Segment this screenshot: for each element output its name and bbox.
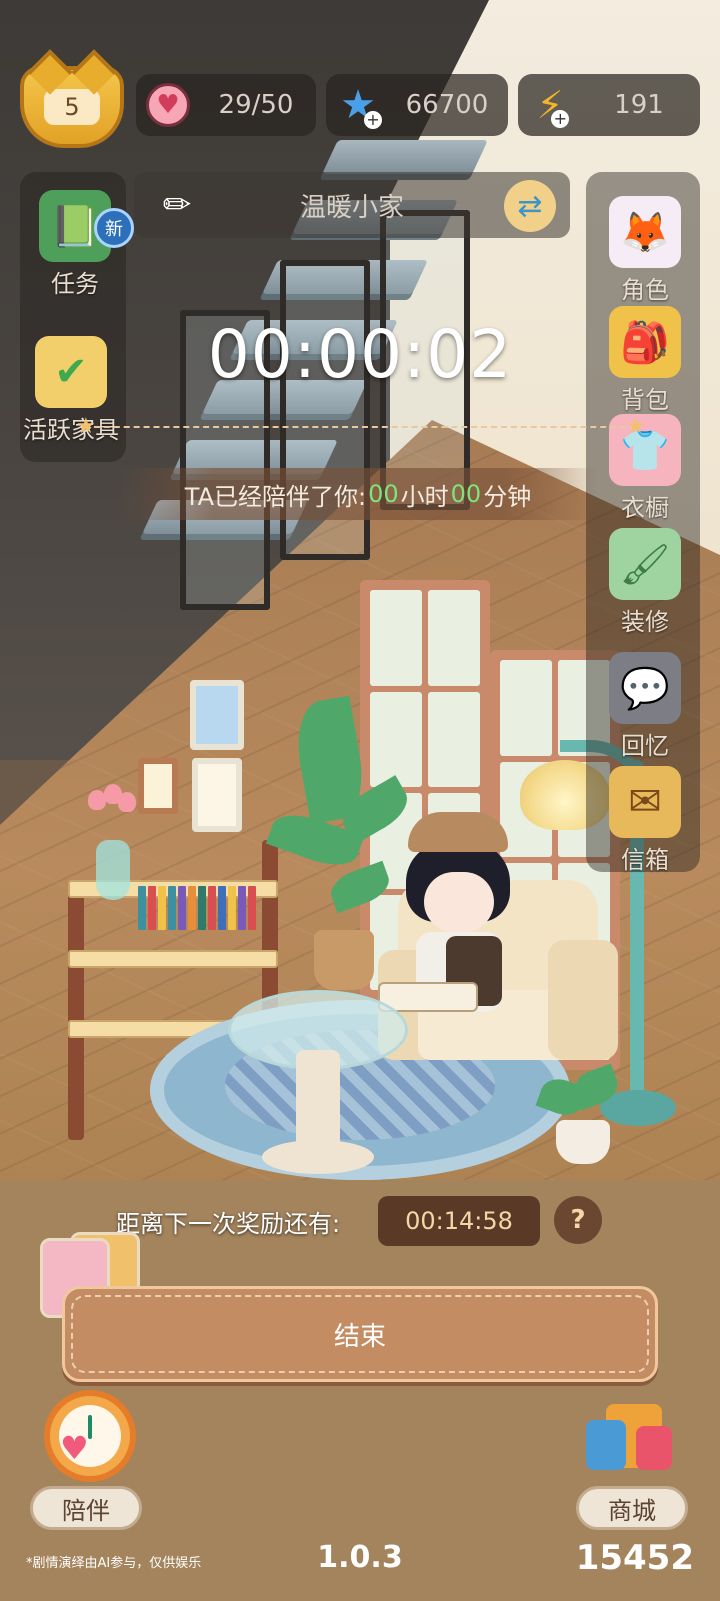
companion-character[interactable] <box>378 812 518 1062</box>
accompany-label: 陪伴 <box>30 1486 142 1530</box>
fox-character-icon: 🦊 <box>609 196 681 268</box>
timer-divider <box>84 426 636 428</box>
lightning-plus-icon: ⚡ + <box>537 86 570 128</box>
heart-icon: ♥ <box>146 83 190 127</box>
score-value: 15452 <box>575 1538 694 1578</box>
mailbox-button[interactable]: ✉ 信箱 <box>590 766 700 886</box>
elapsed-timer: 00:00:02 <box>207 316 513 393</box>
energy-counter[interactable]: ⚡ + 191 <box>518 74 700 136</box>
task-button[interactable]: 📗 新 任务 <box>20 190 134 310</box>
room-name-bar: ✏ 温暖小家 ⇄ <box>134 172 570 238</box>
level-badge[interactable]: 5 <box>20 66 124 148</box>
companion-hours-unit: 小时 <box>400 482 449 511</box>
hearts-value: 29/50 <box>218 90 294 120</box>
accompany-button[interactable]: ♥ 陪伴 <box>30 1390 142 1530</box>
star-icon: ★ <box>626 414 646 439</box>
resource-bar: 5 ♥ 29/50 ★ + 66700 ⚡ + 191 <box>0 66 720 148</box>
character-label: 角色 <box>621 276 669 304</box>
pencil-edit-icon[interactable]: ✏ <box>154 182 200 228</box>
new-badge: 新 <box>94 208 134 248</box>
stopwatch-heart-icon: ♥ <box>44 1390 136 1482</box>
flower-vase <box>96 840 130 900</box>
end-button-label: 结束 <box>333 1321 386 1352</box>
wardrobe-label: 衣橱 <box>621 494 669 522</box>
shop-button[interactable]: 商城 <box>576 1390 688 1530</box>
mailbox-label: 信箱 <box>621 846 669 874</box>
shop-label: 商城 <box>576 1486 688 1530</box>
companion-duration: TA已经陪伴了你: 00 小时 00 分钟 <box>118 468 598 520</box>
potted-plant <box>314 930 374 990</box>
reward-label: 距离下一次奖励还有: <box>116 1210 341 1238</box>
stars-value: 66700 <box>405 90 489 120</box>
hearts-counter[interactable]: ♥ 29/50 <box>136 74 316 136</box>
swap-room-icon[interactable]: ⇄ <box>504 180 556 232</box>
energy-value: 191 <box>614 90 664 120</box>
stars-counter[interactable]: ★ + 66700 <box>326 74 508 136</box>
small-plant <box>556 1120 610 1164</box>
shopping-bags-icon <box>576 1390 688 1486</box>
end-button[interactable]: 结束 <box>62 1286 658 1382</box>
character-button[interactable]: 🦊 角色 <box>590 196 700 316</box>
companion-hours: 00 <box>368 480 399 508</box>
star-plus-icon: ★ + <box>340 85 382 129</box>
flower-painting-small <box>138 758 178 814</box>
reward-countdown-row: 距离下一次奖励还有: 00:14:58 ? <box>116 1196 616 1246</box>
memories-label: 回忆 <box>621 732 669 760</box>
task-label: 任务 <box>51 270 99 298</box>
decorate-label: 装修 <box>621 608 669 636</box>
star-icon: ★ <box>76 414 96 439</box>
companion-prefix: TA已经陪伴了你: <box>184 482 367 511</box>
companion-minutes: 00 <box>450 480 482 508</box>
reward-countdown: 00:14:58 <box>378 1196 540 1246</box>
decorate-button[interactable]: 🖌 装修 <box>590 528 700 648</box>
room-name: 温暖小家 <box>299 192 404 223</box>
chat-bubbles-icon: 💬 <box>609 652 681 724</box>
flower-painting-top <box>190 680 244 750</box>
help-button[interactable]: ? <box>554 1196 602 1244</box>
companion-minutes-unit: 分钟 <box>483 482 532 511</box>
flower-painting-yellow <box>192 758 242 832</box>
memories-button[interactable]: 💬 回忆 <box>590 652 700 772</box>
paint-roller-icon: 🖌 <box>609 528 681 600</box>
level-number: 5 <box>44 89 100 125</box>
envelope-icon: ✉ <box>609 766 681 838</box>
